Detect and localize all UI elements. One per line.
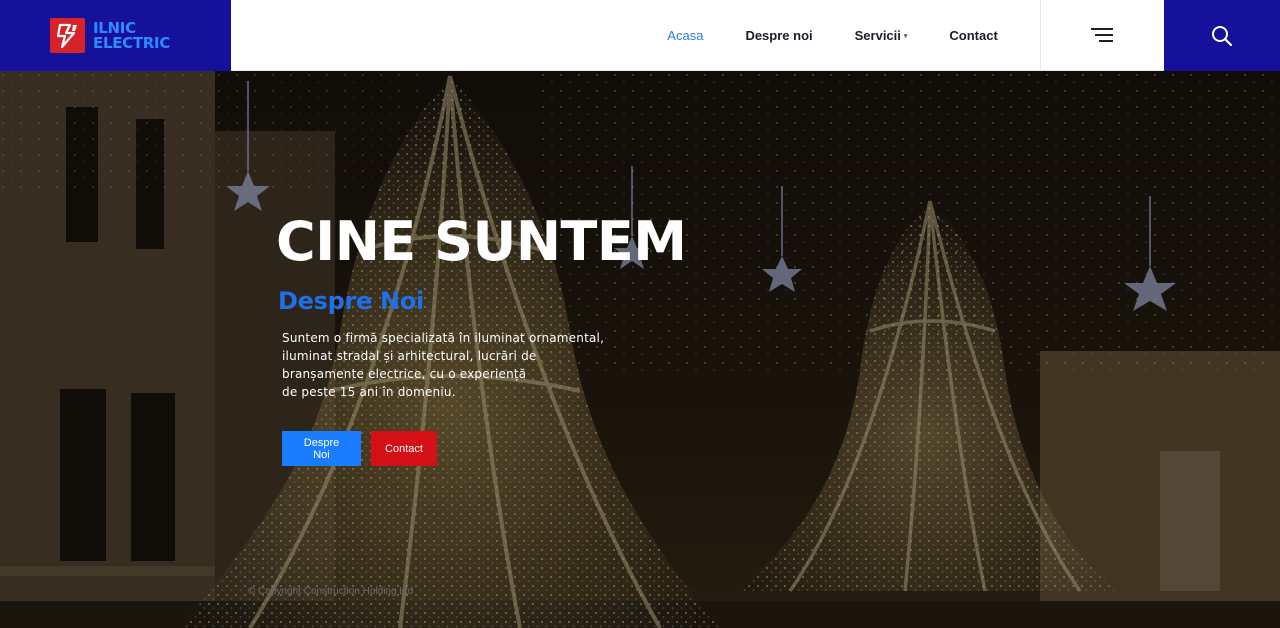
hero-title: CINE SUNTEM xyxy=(276,210,687,273)
hero-content: CINE SUNTEM Despre Noi Suntem o firmă sp… xyxy=(276,211,687,466)
hero-buttons: Despre Noi Contact xyxy=(282,431,687,466)
hero-description: Suntem o firmă specializată în iluminat … xyxy=(282,329,622,401)
nav-bar: Acasa Despre noi Servicii ▾ Contact xyxy=(231,0,1040,71)
hero-description-line: Suntem o firmă specializată în iluminat … xyxy=(282,331,605,345)
hamburger-icon xyxy=(1091,28,1114,42)
search-button[interactable] xyxy=(1164,0,1280,71)
copyright-text: © Copyright Construction Holding Ltd xyxy=(248,586,414,597)
hero-description-line: de peste 15 ani în domeniu. xyxy=(282,385,456,399)
hero-section: CINE SUNTEM Despre Noi Suntem o firmă sp… xyxy=(0,71,1280,628)
brand-line-2: ELECTRIC xyxy=(93,33,171,52)
nav-item-contact[interactable]: Contact xyxy=(949,28,997,43)
despre-noi-button[interactable]: Despre Noi xyxy=(282,431,361,466)
nav-item-servicii-label: Servicii xyxy=(854,27,901,43)
logo-block[interactable]: ILNIC ELECTRIC xyxy=(0,0,232,71)
search-icon xyxy=(1212,25,1233,46)
brand-name: ILNIC ELECTRIC xyxy=(93,20,171,52)
nav-item-servicii[interactable]: Servicii ▾ xyxy=(855,28,908,43)
chevron-down-icon: ▾ xyxy=(903,33,908,41)
nav-item-despre-noi[interactable]: Despre noi xyxy=(745,28,812,43)
site-header: ILNIC ELECTRIC Acasa Despre noi Servicii… xyxy=(0,0,1280,71)
main-nav: Acasa Despre noi Servicii ▾ Contact xyxy=(667,28,1040,43)
nav-item-acasa[interactable]: Acasa xyxy=(667,28,703,43)
hero-description-line: iluminat stradal și arhitectural, lucrăr… xyxy=(282,349,537,363)
menu-toggle-button[interactable] xyxy=(1039,0,1165,71)
hero-subtitle: Despre Noi xyxy=(278,287,424,315)
lightning-logo-icon xyxy=(50,18,85,53)
hero-description-line: branșamente electrice, cu o experiență xyxy=(282,367,527,381)
contact-button[interactable]: Contact xyxy=(371,431,437,466)
